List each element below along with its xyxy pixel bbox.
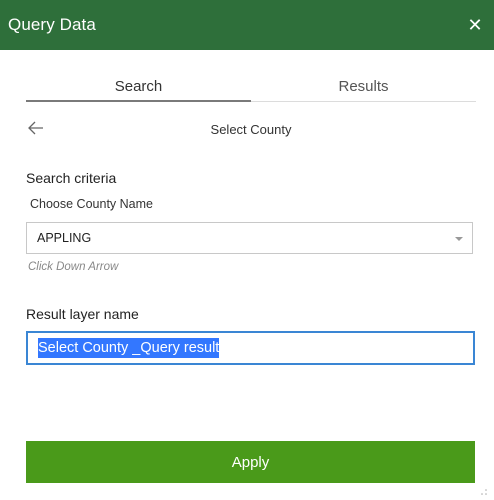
county-hint: Click Down Arrow xyxy=(28,261,119,273)
panel-title: Query Data xyxy=(8,15,96,34)
panel-header: Query Data ✕ xyxy=(0,0,494,50)
close-icon[interactable]: ✕ xyxy=(464,14,486,36)
apply-button[interactable]: Apply xyxy=(26,441,475,483)
tab-bar: Search Results xyxy=(26,72,476,102)
tab-results[interactable]: Results xyxy=(251,72,476,101)
tab-search-label: Search xyxy=(114,78,163,95)
county-select-value: APPLING xyxy=(37,231,92,245)
tab-results-label: Results xyxy=(338,78,389,95)
result-layer-name-value: Select County _Query result xyxy=(38,338,220,358)
resize-grip-icon[interactable] xyxy=(480,488,488,496)
apply-button-label: Apply xyxy=(231,453,270,471)
result-layer-heading: Result layer name xyxy=(26,306,139,322)
chevron-down-icon[interactable] xyxy=(454,235,464,243)
tab-search[interactable]: Search xyxy=(26,72,251,102)
query-subheader: Select County xyxy=(26,118,476,142)
query-name: Select County xyxy=(210,122,292,137)
result-layer-name-input[interactable]: Select County _Query result xyxy=(26,331,475,365)
search-criteria-heading: Search criteria xyxy=(26,170,117,186)
county-select[interactable]: APPLING xyxy=(26,222,473,254)
county-field-label: Choose County Name xyxy=(30,197,153,211)
